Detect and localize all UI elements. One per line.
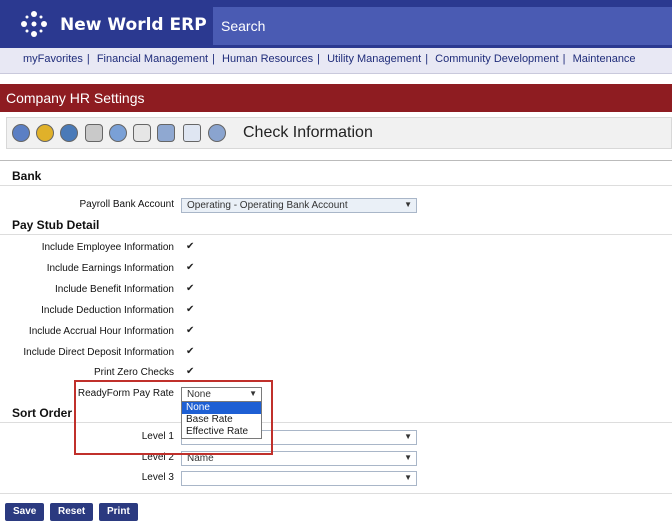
reset-button[interactable]: Reset	[50, 503, 94, 521]
lock-icon[interactable]	[85, 124, 103, 142]
document-icon[interactable]	[183, 124, 201, 142]
save-button[interactable]: Save	[5, 503, 45, 521]
settings-icon[interactable]	[12, 124, 30, 142]
chevron-down-icon: ▼	[404, 473, 412, 482]
bank-section-title: Bank	[12, 169, 42, 183]
globe-icon[interactable]	[109, 124, 127, 142]
nav-utility-management[interactable]: Utility Management	[327, 53, 421, 65]
divider	[0, 234, 672, 235]
settings-toolbar: Check Information	[6, 117, 672, 149]
highlight-box	[74, 380, 273, 455]
top-bar: New World ERP Search	[0, 0, 672, 48]
check-label: Include Accrual Hour Information	[28, 326, 174, 337]
include-employee-checkbox[interactable]: ✔	[186, 242, 196, 252]
print-button[interactable]: Print	[99, 503, 138, 521]
divider	[0, 160, 672, 161]
brand-name: New World ERP	[60, 15, 207, 35]
nav-myfavorites[interactable]: myFavorites	[23, 53, 83, 65]
check-label: Include Benefit Information	[55, 284, 174, 295]
sort-section-title: Sort Order	[12, 406, 73, 420]
nav-maintenance[interactable]: Maintenance	[573, 53, 636, 65]
main-nav: myFavorites | Financial Management | Human…	[0, 48, 672, 74]
paystub-section-title: Pay Stub Detail	[12, 218, 100, 232]
logo-icon	[21, 11, 47, 37]
check-label: Include Deduction Information	[41, 305, 174, 316]
include-deduction-checkbox[interactable]: ✔	[186, 305, 196, 315]
check-icon[interactable]	[208, 124, 226, 142]
number-icon[interactable]	[133, 124, 151, 142]
nav-human-resources[interactable]: Human Resources	[222, 53, 313, 65]
chevron-down-icon: ▼	[404, 432, 412, 441]
chevron-down-icon: ▼	[404, 200, 412, 209]
check-label: Include Employee Information	[41, 242, 174, 253]
include-accrual-checkbox[interactable]: ✔	[186, 326, 196, 336]
check-label: Print Zero Checks	[93, 367, 174, 378]
include-direct-deposit-checkbox[interactable]: ✔	[186, 347, 196, 357]
payroll-bank-select[interactable]: Operating - Operating Bank Account ▼	[181, 198, 417, 213]
nav-community-development[interactable]: Community Development	[435, 53, 559, 65]
page-title: Company HR Settings	[0, 84, 672, 112]
divider	[0, 185, 672, 186]
search-input[interactable]: Search	[213, 7, 672, 45]
print-zero-checks-checkbox[interactable]: ✔	[186, 367, 196, 377]
page-heading: Check Information	[243, 124, 373, 141]
chevron-down-icon: ▼	[404, 453, 412, 462]
check-label: Include Direct Deposit Information	[23, 347, 174, 358]
level-label: Level 3	[141, 472, 174, 483]
hr-icon[interactable]	[36, 124, 54, 142]
payroll-bank-label: Payroll Bank Account	[79, 199, 175, 210]
include-benefit-checkbox[interactable]: ✔	[186, 284, 196, 294]
level-3-select[interactable]: ▼	[181, 471, 417, 486]
payroll-bank-value: Operating - Operating Bank Account	[187, 200, 348, 211]
calculator-icon[interactable]	[157, 124, 175, 142]
nav-financial-management[interactable]: Financial Management	[97, 53, 208, 65]
divider	[0, 493, 672, 494]
check-label: Include Earnings Information	[46, 263, 174, 274]
phone-icon[interactable]	[60, 124, 78, 142]
include-earnings-checkbox[interactable]: ✔	[186, 263, 196, 273]
